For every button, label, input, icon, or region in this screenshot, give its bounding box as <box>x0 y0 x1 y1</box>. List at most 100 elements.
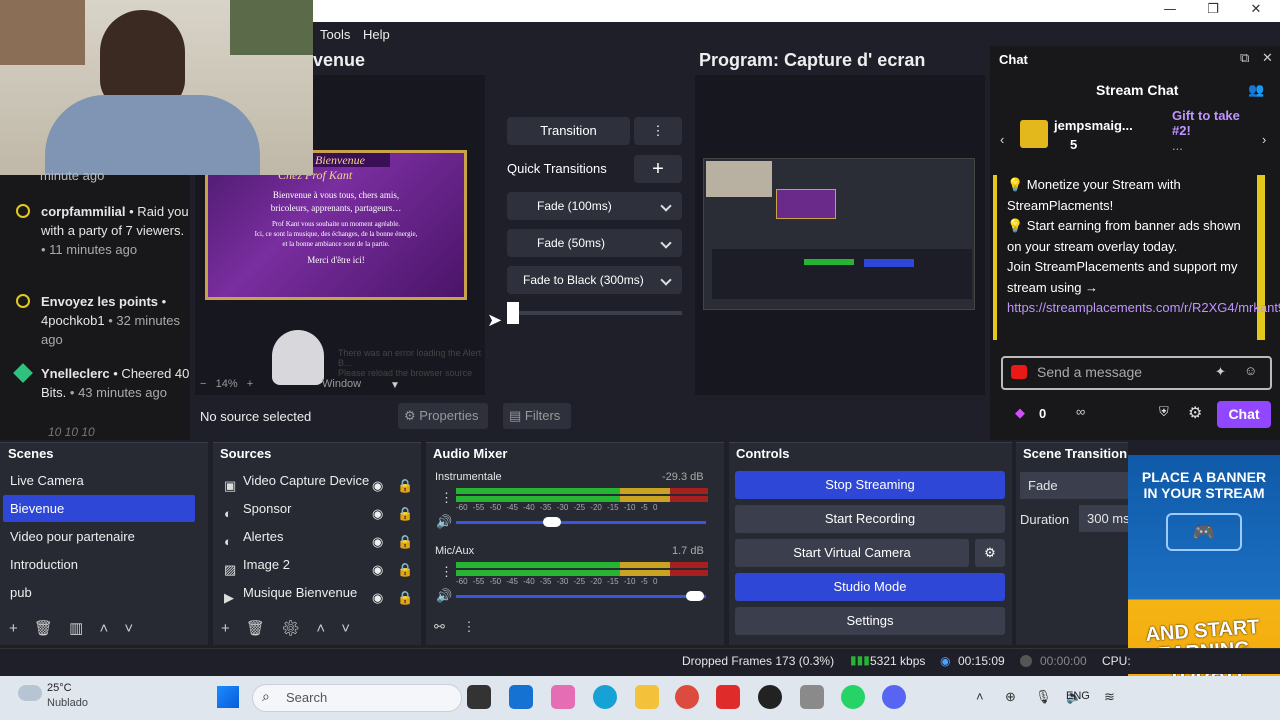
chat-message: 💡 Monetize your Stream with StreamPlacme… <box>993 175 1280 340</box>
live-icon: ◉ <box>940 654 951 668</box>
volume-slider[interactable] <box>456 595 706 598</box>
zoom-controls[interactable]: − 14% + <box>200 378 253 390</box>
scene-item-selected[interactable]: Bievenue <box>3 495 195 522</box>
source-toolbar[interactable]: + 🗑 ⚙ ˄ ˅ <box>221 619 350 637</box>
volume-meter <box>456 562 708 568</box>
anydesk-icon[interactable] <box>716 685 740 709</box>
emoji-icon[interactable]: ☺ <box>1244 363 1257 378</box>
task-view-icon[interactable] <box>467 685 491 709</box>
store-icon[interactable] <box>509 685 533 709</box>
infinity-label: ∞ <box>1076 404 1086 419</box>
edge-icon[interactable] <box>593 685 617 709</box>
fade-black-select[interactable]: Fade to Black (300ms) <box>507 266 682 294</box>
source-type-icons: ▣ ◐ ◐ ▨ ▶ <box>224 478 237 605</box>
volume-meter <box>456 488 708 494</box>
transition-slider-handle[interactable] <box>507 302 519 324</box>
alert-error-text: There was an error loading the Alert B..… <box>338 348 482 378</box>
feed-item: minute ago <box>40 168 105 183</box>
points-icon[interactable]: ◆ <box>1015 405 1025 421</box>
whatsapp-icon[interactable] <box>841 685 865 709</box>
transition-menu-icon[interactable]: ⋮ <box>634 117 682 145</box>
stop-streaming-button[interactable]: Stop Streaming <box>735 471 1005 499</box>
banner-line: Bienvenue à vous tous, chers amis, <box>272 190 400 200</box>
scene-toolbar[interactable]: + 🗑 ▥ ˄ ˅ <box>9 619 133 637</box>
gift-text: Gift to take #2! <box>1172 108 1240 138</box>
mixer-toolbar[interactable]: ⚯ ⋮ <box>434 619 476 635</box>
filters-button[interactable]: ▤ Filters <box>503 403 571 429</box>
windows-start-icon[interactable] <box>217 686 239 708</box>
fade-100-select[interactable]: Fade (100ms) <box>507 192 682 220</box>
source-item[interactable]: Musique Bienvenue <box>220 579 420 607</box>
volume-slider-handle[interactable] <box>543 517 561 527</box>
chrome-icon[interactable] <box>675 685 699 709</box>
channel-menu-icon[interactable]: ⋮ <box>440 564 453 580</box>
sparkle-icon[interactable]: ✦ <box>1215 364 1226 380</box>
search-icon: ⌕ <box>262 688 270 704</box>
gamepad-icon: 🎮 <box>1166 513 1242 551</box>
transition-slider[interactable] <box>519 311 682 315</box>
feed-item: corpfammilial • Raid you with a party of… <box>16 202 191 259</box>
signal-icon: ▮▮▮ <box>850 653 870 667</box>
live-time: 00:15:09 <box>958 654 1005 668</box>
start-recording-button[interactable]: Start Recording <box>735 505 1005 533</box>
volume-slider[interactable] <box>456 521 706 524</box>
menu-help[interactable]: Help <box>363 27 390 42</box>
maximize-button[interactable]: ❐ <box>1198 2 1228 20</box>
chat-link[interactable]: https://streamplacements.com/r/R2XG4/mrk… <box>1007 298 1280 319</box>
add-transition-button[interactable]: + <box>634 155 682 183</box>
source-item[interactable]: Image 2 <box>220 551 420 579</box>
gear-icon[interactable]: ⚙ <box>1188 403 1202 423</box>
undock-icon[interactable]: ⧉ <box>1240 50 1249 66</box>
obs-icon[interactable] <box>758 685 782 709</box>
chevron-left-icon[interactable]: ‹ <box>1000 132 1004 147</box>
volume-slider-handle[interactable] <box>686 591 704 601</box>
speaker-icon[interactable]: 🔊 <box>436 588 452 604</box>
microphone-icon[interactable]: 🎙 <box>1035 689 1052 705</box>
app-icon[interactable] <box>800 685 824 709</box>
speaker-icon[interactable]: 🔊 <box>436 514 452 530</box>
weather-label: Nublado <box>47 697 88 709</box>
source-item[interactable]: Sponsor <box>220 495 420 523</box>
scene-item[interactable]: Introduction <box>3 551 195 578</box>
fade-50-select[interactable]: Fade (50ms) <box>507 229 682 257</box>
gear-icon[interactable]: ⚙ <box>975 539 1005 567</box>
start-virtual-camera-button[interactable]: Start Virtual Camera <box>735 539 969 567</box>
chevron-up-icon[interactable]: ˄ <box>976 689 984 704</box>
scene-item[interactable]: pub <box>3 579 195 606</box>
settings-button[interactable]: Settings <box>735 607 1005 635</box>
source-item[interactable]: Alertes <box>220 523 420 551</box>
language-indicator[interactable]: ENG <box>1066 690 1090 702</box>
transition-select[interactable]: Fade <box>1020 472 1128 499</box>
studio-mode-button[interactable]: Studio Mode <box>735 573 1005 601</box>
scene-item[interactable]: Video pour partenaire <box>3 523 195 550</box>
discord-icon[interactable] <box>882 685 906 709</box>
close-icon[interactable]: ✕ <box>1262 50 1273 66</box>
duration-input[interactable]: 300 ms <box>1079 505 1128 532</box>
menu-tools[interactable]: Tools <box>320 27 350 42</box>
chevron-down-icon[interactable]: ▼ <box>390 380 400 391</box>
source-item[interactable]: Video Capture Device <box>220 467 420 495</box>
file-explorer-icon[interactable] <box>635 685 659 709</box>
scene-item[interactable]: Live Camera <box>3 467 195 494</box>
channel-db: 1.7 dB <box>672 545 704 557</box>
close-button[interactable]: ✕ <box>1241 2 1271 20</box>
minimize-button[interactable]: — <box>1155 2 1185 20</box>
chat-send-button[interactable]: Chat <box>1217 401 1271 428</box>
no-source-label: No source selected <box>200 409 312 424</box>
taskbar-search[interactable] <box>252 684 462 712</box>
lock-icon[interactable]: 🔒 🔒 🔒 🔒 🔒 <box>397 472 413 612</box>
zoom-mode[interactable]: Window <box>322 378 361 390</box>
feed-item: Ynelleclerc • Cheered 40 Bits. • 43 minu… <box>13 363 191 402</box>
ad-top-text: PLACE A BANNER IN YOUR STREAM <box>1141 469 1267 501</box>
network-icon[interactable]: ⊕ <box>1005 689 1016 705</box>
shield-icon[interactable]: ⛨ <box>1159 404 1169 420</box>
users-icon[interactable]: 👥 <box>1248 82 1264 98</box>
chevron-right-icon[interactable]: › <box>1262 132 1266 147</box>
channel-menu-icon[interactable]: ⋮ <box>440 490 453 506</box>
scene-transitions-title: Scene Transitions <box>1023 446 1127 461</box>
transition-button[interactable]: Transition <box>507 117 630 145</box>
copilot-icon[interactable] <box>551 685 575 709</box>
eye-icon[interactable]: ◉ ◉ ◉ ◉ ◉ <box>372 472 383 612</box>
wifi-icon[interactable]: ≋ <box>1104 689 1115 705</box>
properties-button[interactable]: ⚙ Properties <box>398 403 488 429</box>
